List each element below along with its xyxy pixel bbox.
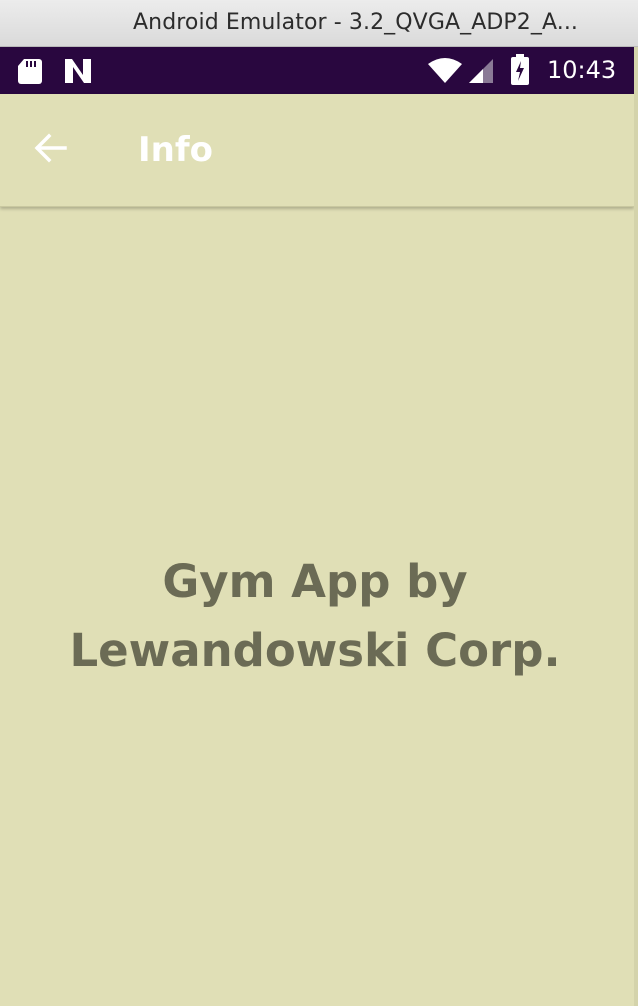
arrow-back-icon [33,133,67,168]
status-time: 10:43 [547,56,617,84]
window-title: Android Emulator - 3.2_QVGA_ADP2_A... [133,10,579,35]
wifi-icon [427,58,463,89]
info-content: Gym App by Lewandowski Corp. [0,207,634,1006]
page-title: Info [138,130,214,170]
emulator-window: Android Emulator - 3.2_QVGA_ADP2_A... 10… [0,0,638,1006]
battery-charging-icon [510,54,530,91]
window-edge [634,47,638,1006]
cell-signal-icon [467,58,495,89]
credit-line-2: Lewandowski Corp. [69,624,561,677]
n-notification-icon [64,58,92,89]
app-toolbar: Info [0,94,634,207]
sd-card-icon [17,58,43,89]
credit-line-1: Gym App by [162,555,468,608]
app-credit-text: Gym App by Lewandowski Corp. [0,547,630,685]
window-title-bar[interactable]: Android Emulator - 3.2_QVGA_ADP2_A... [0,0,638,47]
back-button[interactable] [18,122,82,178]
android-screen: 10:43 Info Gym App by Lewandowski Corp. [0,47,634,1006]
status-bar: 10:43 [0,47,634,94]
